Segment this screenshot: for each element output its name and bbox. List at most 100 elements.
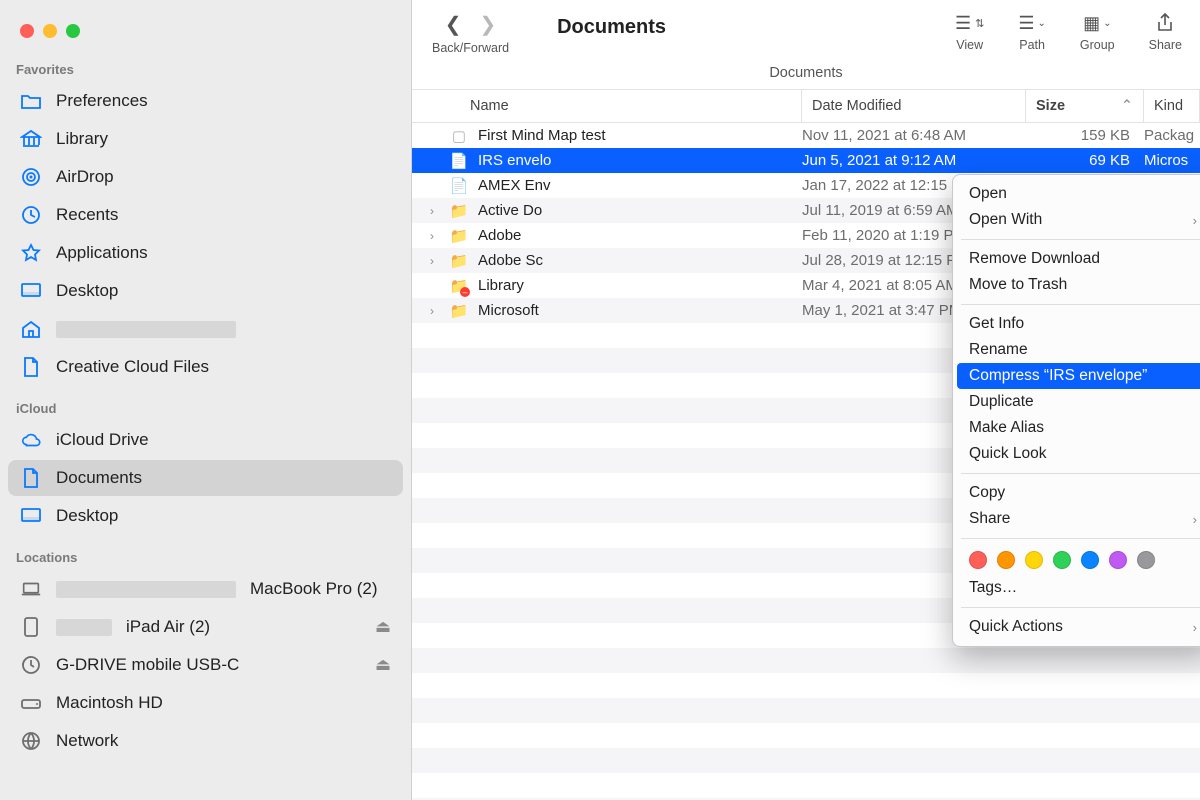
- file-row[interactable]: ▢First Mind Map testNov 11, 2021 at 6:48…: [412, 123, 1200, 148]
- sidebar-item-desktop[interactable]: Desktop: [8, 273, 403, 309]
- redacted-text: [56, 321, 236, 338]
- minimize-window-button[interactable]: [43, 24, 57, 38]
- context-menu-item-make-alias[interactable]: Make Alias: [953, 415, 1200, 441]
- column-headers: Name Date Modified Size⌃ Kind: [412, 89, 1200, 123]
- file-name: Library: [478, 277, 524, 294]
- context-menu-separator: [961, 473, 1200, 474]
- submenu-chevron-icon: ›: [1193, 620, 1197, 635]
- sidebar-item-label: Recents: [56, 205, 118, 225]
- context-menu-item-compress-irs-envelope-[interactable]: Compress “IRS envelope”: [957, 363, 1200, 389]
- file-name: IRS envelo: [478, 152, 551, 169]
- column-date[interactable]: Date Modified: [802, 90, 1026, 122]
- tag-color-dot[interactable]: [969, 551, 987, 569]
- column-size[interactable]: Size⌃: [1026, 90, 1144, 122]
- sidebar-item-desktop[interactable]: Desktop: [8, 498, 403, 534]
- path-bar[interactable]: Documents: [412, 61, 1200, 89]
- disclosure-triangle-icon[interactable]: ›: [424, 229, 440, 243]
- applications-icon: [20, 242, 42, 264]
- context-menu-item-get-info[interactable]: Get Info: [953, 311, 1200, 337]
- file-row[interactable]: 📄IRS enveloJun 5, 2021 at 9:12 AM69 KBMi…: [412, 148, 1200, 173]
- share-button[interactable]: Share: [1149, 12, 1182, 52]
- sidebar-item-label: Macintosh HD: [56, 693, 163, 713]
- sidebar-item-documents[interactable]: Documents: [8, 460, 403, 496]
- tag-color-dot[interactable]: [1109, 551, 1127, 569]
- toolbar: ❮ ❯ Back/Forward Documents ☰ ⇅ View ☰ ⌄ …: [412, 0, 1200, 61]
- column-kind[interactable]: Kind: [1144, 90, 1200, 122]
- file-icon: 📁: [448, 252, 470, 270]
- tag-color-dot[interactable]: [1025, 551, 1043, 569]
- window-controls: [0, 10, 411, 48]
- sidebar-item-ipad-air-2-[interactable]: iPad Air (2)⏏: [8, 609, 403, 645]
- sidebar-item-home[interactable]: [8, 311, 403, 347]
- context-menu-item-copy[interactable]: Copy: [953, 480, 1200, 506]
- column-name[interactable]: Name: [412, 90, 802, 122]
- context-menu-item-quick-actions[interactable]: Quick Actions›: [953, 614, 1200, 640]
- sidebar-section-icloud: iCloud: [0, 387, 411, 420]
- file-icon: 📁: [448, 302, 470, 320]
- context-menu-item-quick-look[interactable]: Quick Look: [953, 441, 1200, 467]
- nav-label: Back/Forward: [432, 41, 509, 55]
- folder-icon: [20, 90, 42, 112]
- context-menu-separator: [961, 304, 1200, 305]
- file-name: Microsoft: [478, 302, 539, 319]
- sidebar-item-macintosh-hd[interactable]: Macintosh HD: [8, 685, 403, 721]
- recents-icon: [20, 204, 42, 226]
- sidebar-item-airdrop[interactable]: AirDrop: [8, 159, 403, 195]
- path-icon: ☰ ⌄: [1018, 12, 1046, 34]
- context-menu-item-remove-download[interactable]: Remove Download: [953, 246, 1200, 272]
- sidebar-item-g-drive-mobile-usb-c[interactable]: G-DRIVE mobile USB-C⏏: [8, 647, 403, 683]
- tag-color-dot[interactable]: [1081, 551, 1099, 569]
- disclosure-triangle-icon[interactable]: ›: [424, 254, 440, 268]
- context-menu-item-duplicate[interactable]: Duplicate: [953, 389, 1200, 415]
- desktop-icon: [20, 280, 42, 302]
- context-menu-item-open[interactable]: Open: [953, 181, 1200, 207]
- fullscreen-window-button[interactable]: [66, 24, 80, 38]
- tag-color-dot[interactable]: [1137, 551, 1155, 569]
- disk-icon: [20, 692, 42, 714]
- file-icon: 📁–: [448, 277, 470, 295]
- group-dropdown[interactable]: ▦ ⌄ Group: [1080, 12, 1115, 52]
- file-kind: Micros: [1144, 152, 1200, 169]
- file-date: Jun 5, 2021 at 9:12 AM: [802, 152, 1026, 169]
- context-menu-item-rename[interactable]: Rename: [953, 337, 1200, 363]
- network-icon: [20, 730, 42, 752]
- sidebar-item-creative-cloud-files[interactable]: Creative Cloud Files: [8, 349, 403, 385]
- file-icon: 📄: [448, 177, 470, 195]
- disclosure-triangle-icon[interactable]: ›: [424, 304, 440, 318]
- disclosure-triangle-icon[interactable]: ›: [424, 204, 440, 218]
- sidebar-item-preferences[interactable]: Preferences: [8, 83, 403, 119]
- context-menu-separator: [961, 607, 1200, 608]
- eject-icon[interactable]: ⏏: [375, 655, 391, 675]
- context-menu-item-move-to-trash[interactable]: Move to Trash: [953, 272, 1200, 298]
- redacted-text: [56, 619, 112, 636]
- file-name: AMEX Env: [478, 177, 551, 194]
- context-menu-item-tags-[interactable]: Tags…: [953, 575, 1200, 601]
- submenu-chevron-icon: ›: [1193, 213, 1197, 228]
- sidebar-item-icloud-drive[interactable]: iCloud Drive: [8, 422, 403, 458]
- list-view-icon: ☰ ⇅: [955, 12, 984, 34]
- sidebar-item-macbook-pro-2-[interactable]: MacBook Pro (2): [8, 571, 403, 607]
- window-title: Documents: [537, 16, 927, 39]
- tag-color-dot[interactable]: [1053, 551, 1071, 569]
- sidebar-section-locations: Locations: [0, 536, 411, 569]
- eject-icon[interactable]: ⏏: [375, 617, 391, 637]
- context-menu-item-open-with[interactable]: Open With›: [953, 207, 1200, 233]
- path-dropdown[interactable]: ☰ ⌄ Path: [1018, 12, 1046, 52]
- context-menu-item-share[interactable]: Share›: [953, 506, 1200, 532]
- close-window-button[interactable]: [20, 24, 34, 38]
- submenu-chevron-icon: ›: [1193, 512, 1197, 527]
- back-button[interactable]: ❮: [445, 12, 462, 37]
- desktop-icon: [20, 505, 42, 527]
- library-icon: [20, 128, 42, 150]
- home-icon: [20, 318, 42, 340]
- forward-button[interactable]: ❯: [480, 12, 497, 37]
- main-pane: ❮ ❯ Back/Forward Documents ☰ ⇅ View ☰ ⌄ …: [412, 0, 1200, 800]
- tag-color-dot[interactable]: [997, 551, 1015, 569]
- sidebar: Favorites PreferencesLibraryAirDropRecen…: [0, 0, 412, 800]
- file-name: Active Do: [478, 202, 542, 219]
- sidebar-item-recents[interactable]: Recents: [8, 197, 403, 233]
- sidebar-item-library[interactable]: Library: [8, 121, 403, 157]
- sidebar-item-applications[interactable]: Applications: [8, 235, 403, 271]
- view-switcher[interactable]: ☰ ⇅ View: [955, 12, 984, 52]
- sidebar-item-network[interactable]: Network: [8, 723, 403, 759]
